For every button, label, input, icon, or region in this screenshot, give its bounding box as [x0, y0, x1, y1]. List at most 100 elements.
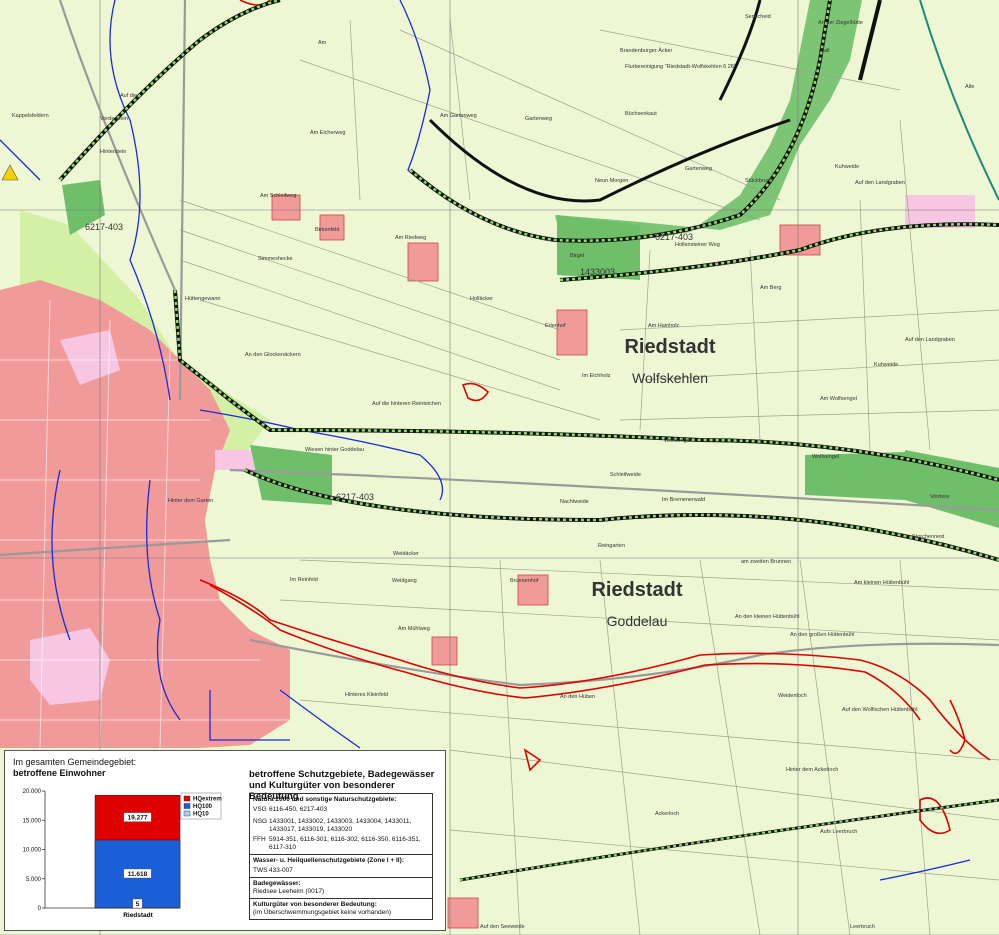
town-label-goddelau: Riedstadt	[591, 579, 682, 601]
field-name-label: Wiesen hinter Goddelau	[305, 447, 364, 453]
nsg-key: NSG	[253, 818, 268, 825]
cultural-section: Kulturgüter von besonderer Bedeutung: (i…	[250, 899, 432, 919]
legend-header-residents: betroffene Einwohner	[13, 768, 106, 778]
legend-swatch-hqextrem	[183, 795, 191, 802]
zone-label: 1433003	[580, 267, 615, 277]
legend-label-hq100: HQ100	[193, 804, 213, 810]
ffh-value: 5914-351, 6116-301, 6116-302, 6116-350, …	[269, 836, 421, 851]
field-name-label: Gartenweg	[525, 116, 552, 122]
field-name-label: Am Riedweg	[395, 235, 426, 241]
field-name-label: Ackerloch	[655, 811, 679, 817]
field-name-label: Kuhweide	[835, 164, 859, 170]
bathing-value: Riedsee Leeheim (0017)	[253, 888, 325, 895]
field-name-label: An der Ziegelhütte	[818, 20, 863, 26]
field-name-label: Hinterstein	[100, 149, 126, 155]
field-name-label: Auf die hinteren Reinteichen	[372, 401, 441, 407]
field-name-label: Stückbruch	[745, 178, 773, 184]
field-name-label: Senscheid	[745, 14, 771, 20]
zone-label: 6217-403	[655, 232, 693, 242]
field-name-label: Alte	[965, 84, 974, 90]
water-title: Wasser- u. Heilquellenschutzgebiete (Zon…	[253, 857, 404, 864]
field-name-label: Hüttengewann	[185, 296, 220, 302]
field-name-label: Am Schleifweg	[260, 193, 296, 199]
field-name-label: Simmeshecke	[258, 256, 293, 262]
field-name-label: Storchennest	[912, 534, 945, 540]
district-label-wolfskehlen: Wolfskehlen	[632, 370, 708, 386]
protection-title-line1: betroffene Schutzgebiete, Badegewässer	[249, 769, 435, 780]
field-name-label: Auf den Seeweide	[480, 924, 525, 930]
field-name-label: Am Hainholz	[648, 323, 679, 329]
affected-residents-chart: 0 5.000 10.000 15.000 20.000 19.277 11.618 5 H…	[23, 789, 222, 919]
ffh-key: FFH	[253, 836, 266, 843]
field-name-label: An den kleinen Hüttenbühl	[735, 614, 800, 620]
field-name-label: Rall	[820, 48, 829, 54]
protection-areas-table: Natura 2000 und sonstige Naturschutzgebi…	[249, 793, 433, 920]
y-tick-label: 5.000	[26, 877, 42, 883]
field-name-label: Wolfsengel	[812, 454, 839, 460]
vsg-key: VSG	[253, 806, 267, 813]
field-name-label: Büchsenkaut	[625, 111, 657, 117]
field-name-label: Flurbereinigung "Riedstadt-Wolfskehlen 6…	[625, 64, 736, 70]
zone-label: 6217-403	[336, 492, 374, 502]
y-tick-label: 10.000	[23, 848, 42, 854]
field-name-label: Brandenburger Äcker	[620, 47, 672, 54]
water-section: Wasser- u. Heilquellenschutzgebiete (Zon…	[250, 855, 432, 878]
field-name-label: Am Eicherweg	[310, 130, 345, 136]
field-name-label: Am	[318, 40, 327, 46]
category-label: Riedstadt	[123, 912, 153, 919]
field-name-label: Wolfsengel	[664, 438, 691, 444]
field-name-label: Hinteres Kleinfeld	[345, 692, 388, 698]
field-name-label: Vordere	[930, 494, 949, 500]
field-name-label: Schleifweide	[610, 472, 641, 478]
field-name-label: Aufs Leerbruch	[820, 829, 857, 835]
legend-label-hq10: HQ10	[193, 812, 209, 818]
field-name-label: Am Mühlweg	[398, 626, 430, 632]
field-name-label: Kappelsfeldern	[12, 113, 49, 119]
field-name-label: Am Berg	[760, 285, 781, 291]
natura-section: Natura 2000 und sonstige Naturschutzgebi…	[250, 794, 432, 855]
chart-legend: HQextremHQ100 HQ10	[180, 792, 222, 820]
field-name-label: An den großen Hüttenbühl	[790, 632, 855, 638]
cultural-title: Kulturgüter von besonderer Bedeutung:	[253, 901, 377, 908]
field-name-label: Reingarten	[598, 543, 625, 549]
field-name-label: Hinter dem Garten	[168, 498, 213, 504]
legend-panel: Im gesamten Gemeindegebiet: betroffene E…	[4, 750, 446, 931]
bathing-title: Badegewässer:	[253, 880, 301, 887]
field-name-label: Kuhweide	[874, 362, 898, 368]
district-label-goddelau: Goddelau	[607, 613, 668, 629]
nsg-value: 1433001, 1433002, 1433003, 1433004, 1433…	[269, 818, 412, 833]
town-label-wolfskehlen: Riedstadt	[624, 336, 715, 358]
natura-title: Natura 2000 und sonstige Naturschutzgebi…	[253, 796, 397, 803]
field-name-label: Neun Morgen	[595, 178, 628, 184]
field-name-label: Leerbruch	[850, 924, 875, 930]
field-name-label: Gartenweg	[685, 166, 712, 172]
field-name-label: Auf den Landgraben	[905, 337, 955, 343]
field-name-label: Weidgang	[392, 578, 417, 584]
zone-label: 6217-403	[85, 222, 123, 232]
field-name-label: Erlenhof	[545, 323, 566, 329]
field-name-label: An den Glockenäckern	[245, 352, 301, 358]
vsg-value: 6116-450, 6217-403	[269, 806, 328, 813]
bars: 19.277 11.618 5	[94, 794, 181, 909]
field-name-label: Im Eichholz	[582, 373, 611, 379]
field-name-label: Weidenloch	[778, 693, 807, 699]
field-name-label: Holläcker	[470, 296, 493, 302]
data-label-hq100: 11.618	[128, 871, 148, 878]
field-name-label: Am Gartenweg	[440, 113, 477, 119]
legend-swatch-hq10	[183, 810, 191, 817]
field-name-label: Am Wolfsengel	[820, 396, 857, 402]
field-name-label: Im Reinfeld	[290, 577, 318, 583]
legend-header-area: Im gesamten Gemeindegebiet:	[13, 757, 137, 767]
field-name-label: Auf die	[120, 93, 137, 99]
field-name-label: Weidäcker	[393, 551, 419, 557]
field-name-label: Hollensteiner Weg	[675, 242, 720, 248]
field-name-label: Auf den Wolfischen Hüttenbühl	[842, 707, 917, 713]
field-name-label: Auf den Landgraben	[855, 180, 905, 186]
data-label-hq10: 5	[136, 901, 140, 908]
field-name-label: An den Hüben	[560, 694, 595, 700]
cultural-value: (im Überschwemmungsgebiet keine vorhande…	[253, 909, 392, 916]
field-name-label: am zweiten Brunnen	[741, 559, 791, 565]
y-tick-label: 15.000	[23, 818, 42, 824]
tws-key: TWS	[253, 867, 268, 874]
field-name-label: Birgel	[570, 253, 584, 259]
